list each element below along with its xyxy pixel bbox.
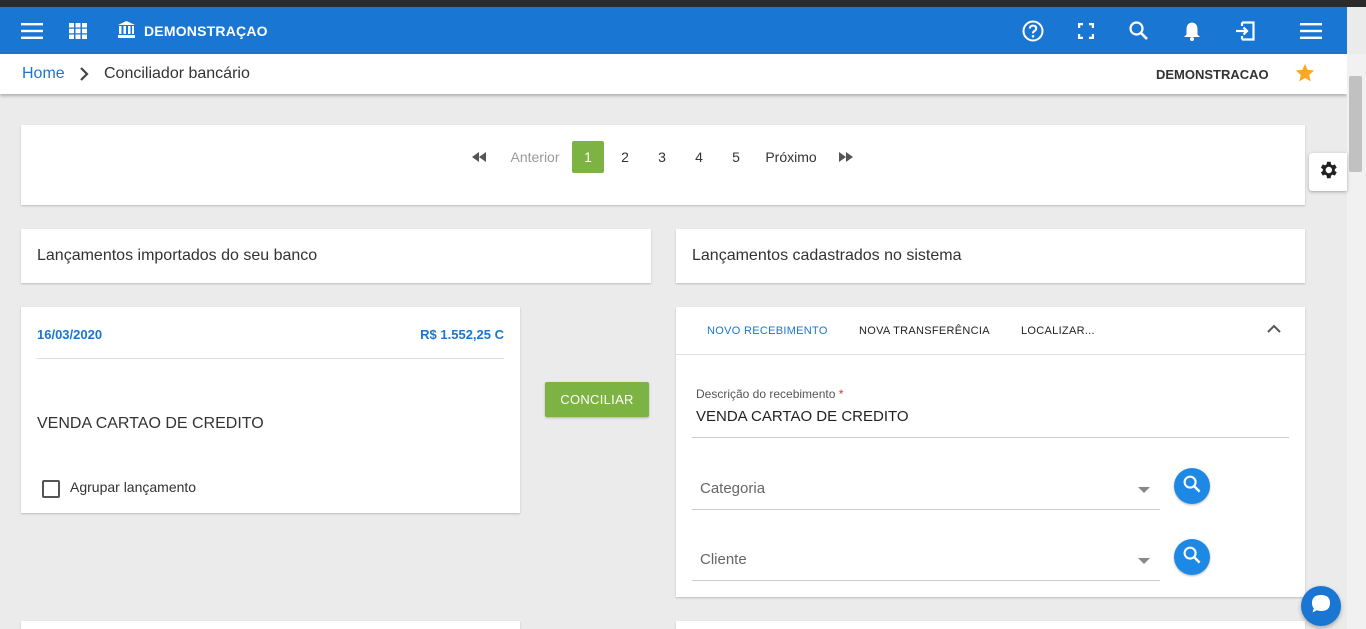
imported-entries-title: Lançamentos importados do seu banco [37, 247, 318, 264]
page-4-button[interactable]: 4 [683, 141, 715, 173]
breadcrumb-current-page: Conciliador bancário [104, 65, 250, 82]
imported-entries-header: Lançamentos importados do seu banco [21, 229, 651, 283]
conciliar-button[interactable]: CONCILIAR [545, 382, 649, 417]
tab-nova-transferencia[interactable]: NOVA TRANSFERÊNCIA [859, 325, 990, 337]
settings-gear-button[interactable] [1309, 153, 1347, 191]
search-icon [1183, 546, 1201, 569]
menu-icon[interactable] [20, 7, 44, 54]
description-label-text: Descrição do recebimento [696, 387, 836, 401]
pagination-card: Anterior 1 2 3 4 5 Próximo [21, 125, 1305, 205]
previous-page-button[interactable]: Anterior [507, 141, 563, 173]
category-select-placeholder: Categoria [700, 480, 766, 497]
category-search-button[interactable] [1174, 468, 1210, 504]
required-mark: * [838, 387, 844, 401]
page-2-button[interactable]: 2 [609, 141, 641, 173]
form-tabs: NOVO RECEBIMENTO NOVA TRANSFERÊNCIA LOCA… [676, 307, 1305, 355]
description-field[interactable]: VENDA CARTAO DE CREDITO [696, 408, 909, 425]
next-bank-entry-card [21, 621, 520, 629]
entry-amount: R$ 1.552,25 C [420, 327, 504, 342]
bank-entry-card: 16/03/2020 R$ 1.552,25 C VENDA CARTAO DE… [21, 307, 520, 513]
system-entries-header: Lançamentos cadastrados no sistema [676, 229, 1305, 283]
fullscreen-icon[interactable] [1077, 7, 1095, 54]
tab-novo-recebimento[interactable]: NOVO RECEBIMENTO [707, 325, 828, 337]
breadcrumb: Home Conciliador bancário DEMONSTRACAO [0, 54, 1347, 94]
top-app-bar: DEMONSTRAÇAO [0, 7, 1347, 54]
divider [37, 358, 504, 359]
search-icon[interactable] [1128, 7, 1148, 54]
page-1-button[interactable]: 1 [572, 141, 604, 173]
tab-localizar[interactable]: LOCALIZAR... [1021, 325, 1095, 337]
window-top-strip [0, 0, 1366, 7]
menu-icon[interactable] [1300, 7, 1322, 54]
scrollbar-thumb[interactable] [1349, 76, 1362, 172]
company-name: DEMONSTRACAO [1156, 67, 1269, 82]
company-brand[interactable]: DEMONSTRAÇAO [118, 7, 268, 54]
notifications-icon[interactable] [1182, 7, 1202, 54]
exit-icon[interactable] [1234, 7, 1256, 54]
first-page-icon[interactable] [470, 141, 488, 173]
search-icon [1183, 475, 1201, 498]
breadcrumb-home-link[interactable]: Home [22, 65, 65, 83]
bank-icon [118, 20, 135, 41]
page-5-button[interactable]: 5 [720, 141, 752, 173]
group-entry-label[interactable]: Agrupar lançamento [70, 479, 196, 495]
description-field-underline [692, 437, 1289, 438]
next-system-entry-card [676, 621, 1305, 629]
next-page-button[interactable]: Próximo [762, 141, 820, 173]
entry-date: 16/03/2020 [37, 327, 103, 342]
client-search-button[interactable] [1174, 539, 1210, 575]
group-entry-checkbox[interactable] [42, 480, 60, 498]
gear-icon [1317, 159, 1339, 186]
client-select-placeholder: Cliente [700, 551, 747, 568]
system-entries-title: Lançamentos cadastrados no sistema [692, 247, 962, 264]
client-select[interactable]: Cliente [692, 539, 1160, 581]
category-select[interactable]: Categoria [692, 468, 1160, 510]
chat-button[interactable] [1301, 586, 1341, 626]
entry-description: VENDA CARTAO DE CREDITO [37, 415, 264, 432]
apps-grid-icon[interactable] [68, 7, 88, 54]
brand-name: DEMONSTRAÇAO [144, 22, 268, 39]
system-entry-form-card: NOVO RECEBIMENTO NOVA TRANSFERÊNCIA LOCA… [676, 307, 1305, 597]
favorite-star-icon[interactable] [1294, 62, 1316, 89]
last-page-icon[interactable] [837, 141, 855, 173]
dropdown-arrow-icon [1138, 558, 1150, 564]
chat-bubble-icon [1310, 593, 1332, 620]
page-3-button[interactable]: 3 [646, 141, 678, 173]
help-icon[interactable] [1022, 7, 1044, 54]
description-field-label: Descrição do recebimento * [696, 387, 843, 401]
dropdown-arrow-icon [1138, 487, 1150, 493]
chevron-up-icon[interactable] [1267, 321, 1281, 339]
chevron-right-icon [79, 67, 89, 86]
